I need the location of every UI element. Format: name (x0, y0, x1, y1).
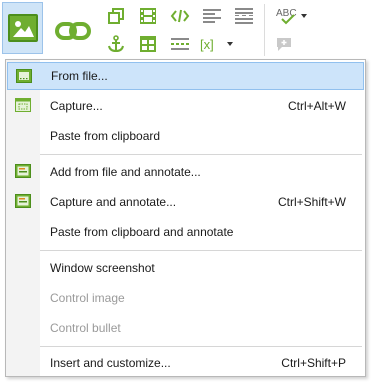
menu-item-label: Capture... (50, 99, 103, 113)
code-icon (170, 9, 190, 23)
menu-item-label: Paste from clipboard and annotate (50, 225, 234, 239)
menu-item-label: From file... (51, 69, 108, 83)
menu-item-insert-customize[interactable]: Insert and customize... Ctrl+Shift+P (7, 349, 364, 377)
link-icon (55, 22, 91, 40)
copy-button[interactable] (104, 5, 128, 27)
align-button[interactable] (200, 5, 224, 27)
film-icon (140, 8, 156, 24)
menu-separator (40, 250, 362, 251)
copy-icon (108, 8, 124, 24)
image-file-icon (16, 69, 32, 83)
svg-text:ABC: ABC (276, 8, 297, 19)
table-icon (140, 36, 156, 52)
ribbon-toolbar: ABC [x] (0, 0, 372, 61)
menu-separator (40, 154, 362, 155)
menu-item-paste-from-clipboard[interactable]: Paste from clipboard (7, 122, 364, 150)
page-break-icon (235, 8, 253, 24)
svg-text:[x]: [x] (200, 37, 214, 52)
rule-icon (171, 38, 189, 50)
insert-link-button[interactable] (52, 14, 94, 48)
menu-item-shortcut: Ctrl+Shift+P (281, 356, 346, 370)
anchor-icon (108, 35, 124, 53)
menu-item-capture[interactable]: Capture... Ctrl+Alt+W (7, 92, 364, 120)
menu-item-label: Capture and annotate... (50, 195, 177, 209)
insert-image-button[interactable] (2, 2, 43, 54)
comment-add-icon (277, 38, 291, 51)
menu-item-label: Add from file and annotate... (50, 165, 201, 179)
ribbon-separator (264, 4, 265, 56)
variable-icon: [x] (200, 37, 233, 52)
page-break-button[interactable] (232, 5, 256, 27)
image-insert-menu: From file... Capture... Ctrl+Alt+W Paste… (5, 59, 366, 377)
menu-item-capture-annotate[interactable]: Capture and annotate... Ctrl+Shift+W (7, 188, 364, 216)
capture-icon (15, 98, 31, 112)
menu-item-from-file[interactable]: From file... (7, 62, 364, 90)
menu-item-label: Window screenshot (50, 261, 155, 275)
table-button[interactable] (136, 33, 160, 55)
menu-separator (40, 346, 362, 347)
menu-item-label: Insert and customize... (50, 356, 171, 370)
add-comment-button[interactable] (272, 33, 296, 55)
menu-item-label: Paste from clipboard (50, 129, 161, 143)
menu-item-window-screenshot[interactable]: Window screenshot (7, 254, 364, 282)
spellcheck-button[interactable]: ABC (272, 5, 310, 27)
menu-item-label: Control image (50, 291, 125, 305)
annotate-file-icon (15, 164, 31, 178)
menu-item-paste-annotate[interactable]: Paste from clipboard and annotate (7, 218, 364, 246)
menu-item-label: Control bullet (50, 321, 121, 335)
code-button[interactable] (168, 5, 192, 27)
rule-button[interactable] (168, 33, 192, 55)
menu-item-control-bullet: Control bullet (7, 314, 364, 342)
image-icon (7, 14, 38, 42)
menu-item-add-from-file-annotate[interactable]: Add from file and annotate... (7, 158, 364, 186)
abc-check-icon: ABC (276, 8, 307, 25)
menu-item-shortcut: Ctrl+Shift+W (277, 195, 346, 209)
menu-item-shortcut: Ctrl+Alt+W (287, 99, 346, 113)
variable-button[interactable]: [x] (198, 33, 238, 55)
capture-annotate-icon (15, 194, 31, 208)
video-button[interactable] (136, 5, 160, 27)
menu-item-control-image: Control image (7, 284, 364, 312)
align-icon (203, 9, 221, 23)
anchor-button[interactable] (104, 33, 128, 55)
